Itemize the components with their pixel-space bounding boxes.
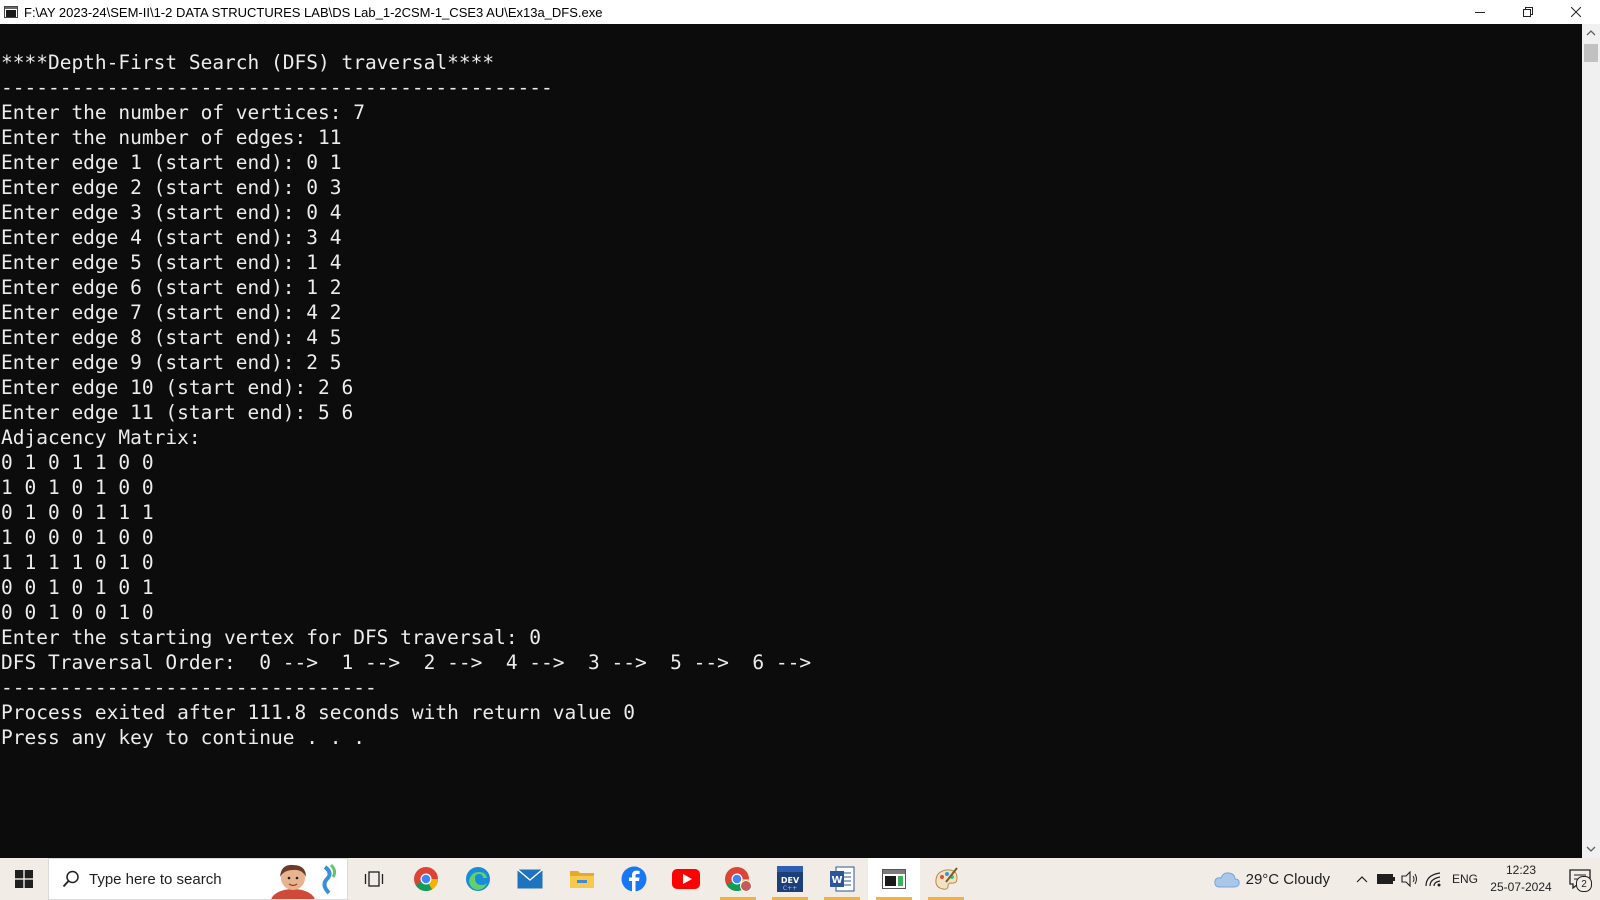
system-tray: 29°C Cloudy ENG 12:23 25-07-2024 2	[1213, 858, 1600, 900]
taskbar: Type here to search DEV C++ W 29°C Cloud…	[0, 858, 1600, 900]
title-bar: F:\AY 2023-24\SEM-II\1-2 DATA STRUCTURES…	[0, 0, 1600, 24]
console-line: 0 0 1 0 1 0 1	[1, 576, 154, 599]
scroll-down-button[interactable]	[1582, 840, 1600, 858]
svg-text:W: W	[831, 875, 842, 886]
input-language[interactable]: ENG	[1452, 872, 1478, 886]
console-line: ----------------------------------------…	[1, 76, 553, 99]
show-hidden-icons-button[interactable]	[1350, 858, 1374, 900]
speaker-icon	[1401, 871, 1417, 887]
console-line: 0 0 1 0 0 1 0	[1, 601, 154, 624]
battery-icon	[1376, 874, 1395, 884]
task-view-button[interactable]	[348, 858, 400, 900]
console-window-icon	[882, 869, 906, 889]
console-line: ****Depth-First Search (DFS) traversal**…	[1, 51, 495, 74]
svg-text:DEV: DEV	[781, 876, 800, 885]
cloud-icon	[1213, 872, 1240, 888]
console-line: Enter edge 4 (start end): 3 4	[1, 226, 342, 249]
console-line: Enter the number of edges: 11	[1, 126, 342, 149]
console-line: Enter edge 1 (start end): 0 1	[1, 151, 342, 174]
search-highlight-illustration-icon	[267, 861, 343, 899]
console-line: DFS Traversal Order: 0 --> 1 --> 2 --> 4…	[1, 651, 812, 674]
console-line: Enter edge 6 (start end): 1 2	[1, 276, 342, 299]
minimize-icon	[1475, 12, 1485, 13]
console-line: Enter the number of vertices: 7	[1, 101, 365, 124]
taskbar-chrome-profile[interactable]	[712, 858, 764, 900]
facebook-icon	[621, 866, 647, 892]
scroll-up-button[interactable]	[1582, 24, 1600, 42]
weather-widget[interactable]: 29°C Cloudy	[1213, 870, 1330, 888]
console-line: Enter the starting vertex for DFS traver…	[1, 626, 542, 649]
notification-count-badge: 2	[1576, 876, 1592, 892]
mail-icon	[517, 869, 543, 889]
search-icon	[62, 870, 80, 888]
restore-button[interactable]	[1504, 0, 1552, 24]
volume-button[interactable]	[1398, 858, 1422, 900]
taskbar-facebook[interactable]	[608, 858, 660, 900]
console-line: Press any key to continue . . .	[1, 726, 365, 749]
console-line: 0 1 0 0 1 1 1	[1, 501, 154, 524]
windows-icon	[15, 870, 33, 888]
clock-date: 25-07-2024	[1490, 880, 1552, 894]
close-icon	[1571, 7, 1581, 17]
network-button[interactable]	[1422, 858, 1446, 900]
console-app-icon	[3, 4, 19, 20]
window-title: F:\AY 2023-24\SEM-II\1-2 DATA STRUCTURES…	[24, 4, 603, 20]
taskbar-dev-cpp[interactable]: DEV C++	[764, 858, 816, 900]
console-line: 1 0 0 0 1 0 0	[1, 526, 154, 549]
taskbar-word[interactable]: W	[816, 858, 868, 900]
edge-icon	[466, 867, 490, 891]
chevron-up-icon	[1586, 30, 1596, 36]
console-line: Enter edge 8 (start end): 4 5	[1, 326, 342, 349]
console-line: Enter edge 3 (start end): 0 4	[1, 201, 342, 224]
wifi-icon	[1425, 872, 1441, 887]
console-line: Enter edge 5 (start end): 1 4	[1, 251, 342, 274]
search-placeholder: Type here to search	[89, 870, 222, 888]
paint-icon	[935, 867, 958, 890]
console-lines: ****Depth-First Search (DFS) traversal**…	[1, 50, 811, 750]
console-line: Enter edge 7 (start end): 4 2	[1, 301, 342, 324]
taskbar-mail[interactable]	[504, 858, 556, 900]
scroll-thumb[interactable]	[1584, 44, 1598, 62]
console-line: Enter edge 2 (start end): 0 3	[1, 176, 342, 199]
svg-text:C++: C++	[783, 885, 797, 892]
console-output[interactable]: ****Depth-First Search (DFS) traversal**…	[0, 24, 1582, 858]
restore-icon	[1523, 7, 1533, 17]
console-line: Enter edge 11 (start end): 5 6	[1, 401, 354, 424]
weather-text: 29°C Cloudy	[1245, 870, 1330, 888]
youtube-icon	[672, 869, 700, 889]
battery-button[interactable]	[1374, 858, 1398, 900]
taskbar-chrome[interactable]	[400, 858, 452, 900]
word-icon: W	[830, 866, 855, 892]
taskbar-paint[interactable]	[920, 858, 972, 900]
folder-icon	[570, 871, 594, 888]
start-button[interactable]	[0, 858, 48, 900]
chevron-up-icon	[1356, 876, 1368, 883]
console-line: Enter edge 10 (start end): 2 6	[1, 376, 354, 399]
console-line: --------------------------------	[1, 676, 377, 699]
taskbar-youtube[interactable]	[660, 858, 712, 900]
clock-time: 12:23	[1505, 863, 1537, 877]
chrome-profile-icon	[725, 867, 752, 892]
console-line: Enter edge 9 (start end): 2 5	[1, 351, 342, 374]
taskbar-search-box[interactable]: Type here to search	[48, 858, 348, 900]
chevron-down-icon	[1586, 846, 1596, 852]
console-line: 1 0 1 0 1 0 0	[1, 476, 154, 499]
dev-cpp-icon: DEV C++	[777, 866, 803, 892]
taskbar-edge[interactable]	[452, 858, 504, 900]
window-controls	[1456, 0, 1600, 24]
taskbar-console-window[interactable]	[868, 858, 920, 900]
task-view-icon	[364, 871, 384, 887]
console-line: 1 1 1 1 0 1 0	[1, 551, 154, 574]
taskbar-clock[interactable]: 12:23 25-07-2024	[1486, 862, 1556, 896]
taskbar-file-explorer[interactable]	[556, 858, 608, 900]
console-line: Process exited after 111.8 seconds with …	[1, 701, 635, 724]
console-line: Adjacency Matrix:	[1, 426, 201, 449]
vertical-scrollbar[interactable]	[1582, 24, 1600, 858]
close-button[interactable]	[1552, 0, 1600, 24]
notification-center-button[interactable]: 2	[1560, 858, 1600, 900]
minimize-button[interactable]	[1456, 0, 1504, 24]
console-line: 0 1 0 1 1 0 0	[1, 451, 154, 474]
chrome-icon	[414, 867, 438, 892]
